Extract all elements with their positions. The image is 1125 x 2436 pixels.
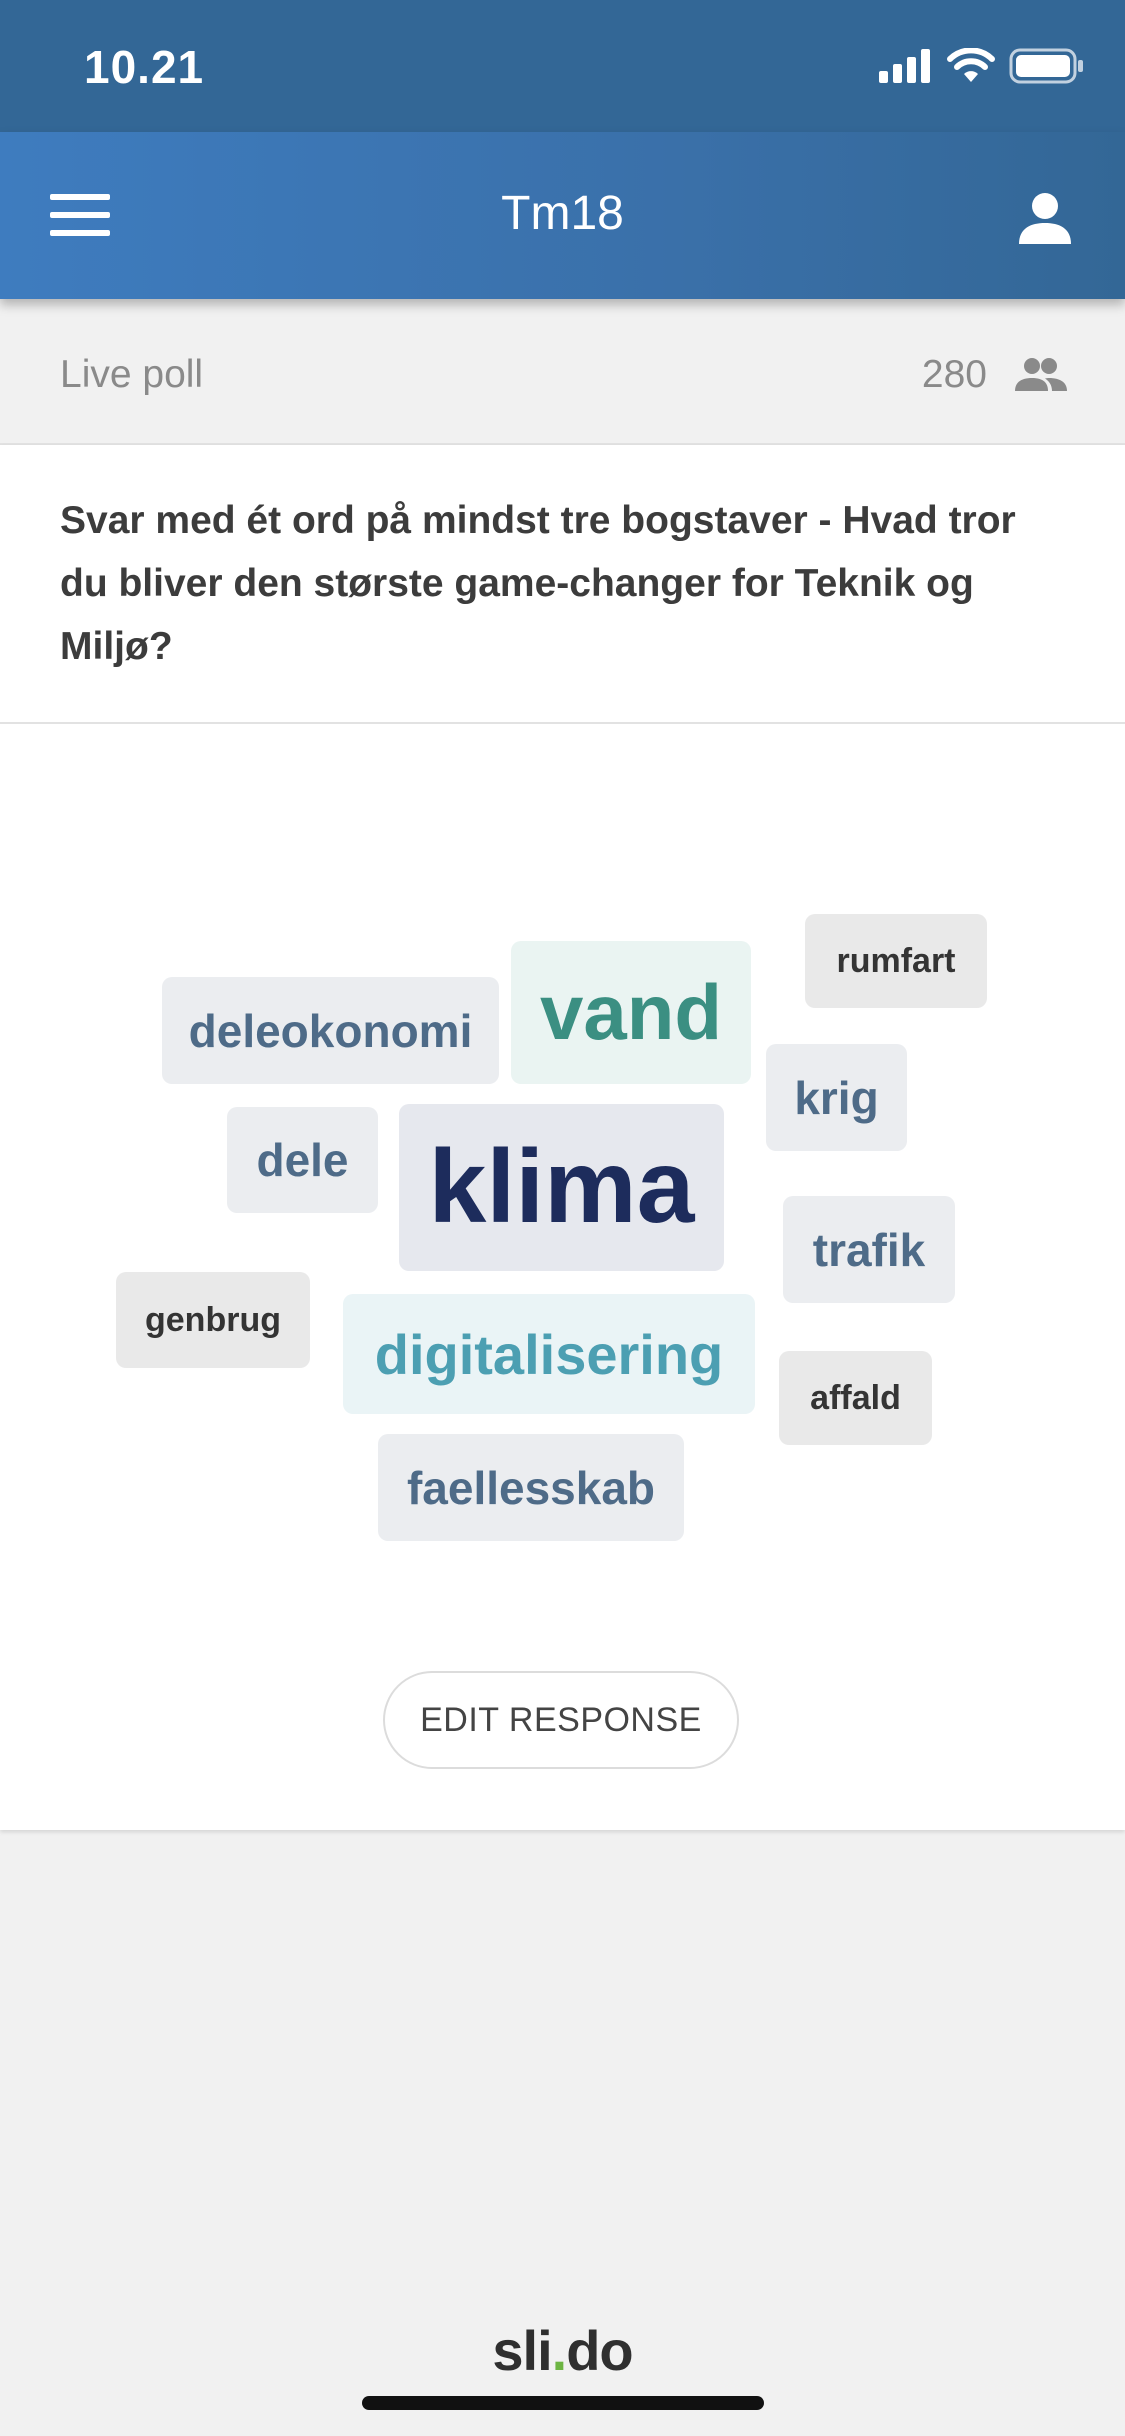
word-cloud-item: digitalisering	[343, 1294, 755, 1414]
word-cloud-item: krig	[766, 1044, 907, 1151]
word-cloud-item: faellesskab	[378, 1434, 684, 1541]
home-indicator[interactable]	[362, 2396, 764, 2410]
app-bar: Tm18	[0, 132, 1125, 299]
poll-header: Live poll 280	[0, 299, 1125, 445]
slido-logo: sli.do	[492, 2319, 633, 2382]
word-cloud-item: dele	[227, 1107, 378, 1213]
status-time: 10.21	[84, 41, 205, 93]
word-cloud-item: trafik	[783, 1196, 955, 1303]
status-icons	[879, 48, 1085, 84]
participants: 280	[922, 353, 1067, 397]
people-icon	[1015, 358, 1067, 391]
word-cloud-item: genbrug	[116, 1272, 310, 1368]
cellular-signal-icon	[879, 49, 930, 83]
participant-count: 280	[921, 353, 987, 396]
poll-type-label: Live poll	[60, 353, 204, 396]
status-bar: 10.21	[0, 0, 1125, 132]
word-cloud-item: rumfart	[805, 914, 987, 1008]
word-cloud-item: affald	[779, 1351, 932, 1445]
word-cloud-item: klima	[399, 1104, 724, 1271]
poll-question: Svar med ét ord på mindst tre bogstaver …	[60, 499, 1016, 668]
edit-response-button[interactable]: EDIT RESPONSE	[383, 1671, 739, 1769]
event-title: Tm18	[501, 187, 624, 240]
word-cloud-item: vand	[511, 941, 751, 1084]
word-cloud: rumfart deleokonomi vand krig dele klima…	[0, 724, 1125, 1541]
wifi-icon	[947, 48, 995, 82]
user-icon[interactable]	[1017, 190, 1073, 246]
word-cloud-item: deleokonomi	[162, 977, 499, 1084]
poll-card: Svar med ét ord på mindst tre bogstaver …	[0, 445, 1125, 1830]
battery-icon	[1009, 48, 1083, 84]
